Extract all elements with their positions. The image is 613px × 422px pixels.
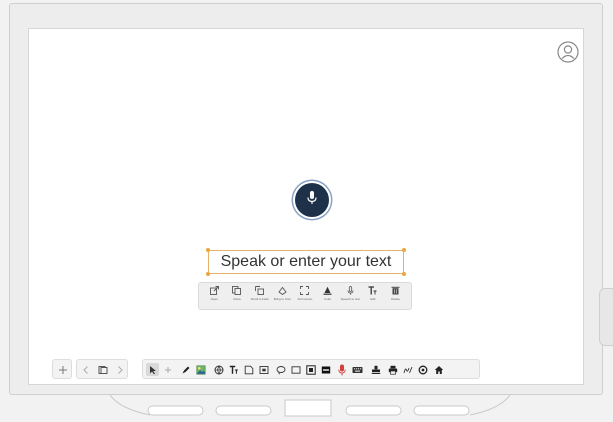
bring-front-label: Bring to front (273, 297, 291, 301)
voice-input-button[interactable] (295, 183, 329, 217)
bring-front-icon (278, 286, 287, 295)
previous-page-icon[interactable] (79, 363, 92, 376)
side-handle (599, 288, 613, 346)
delete-button[interactable]: Delete (387, 286, 404, 308)
edit-text-label: Edit (370, 297, 376, 301)
signature-icon[interactable] (401, 363, 414, 376)
open-label: Open (210, 297, 218, 301)
text-color-button[interactable]: Color (319, 286, 336, 308)
user-profile-icon[interactable] (557, 41, 579, 63)
pen-icon[interactable] (179, 363, 192, 376)
tools-group (142, 359, 480, 379)
send-back-label: Scroll to back (250, 297, 269, 301)
edit-text-icon (368, 286, 377, 295)
fullscreen-button[interactable]: Full screen (296, 286, 313, 308)
select-icon[interactable] (146, 363, 159, 376)
microphone-icon (305, 190, 319, 211)
resize-handle[interactable] (402, 248, 406, 252)
speech-to-text-icon (347, 286, 354, 295)
shape-icon[interactable] (289, 363, 302, 376)
microphone-icon[interactable] (335, 363, 348, 376)
text-icon[interactable] (227, 363, 240, 376)
clone-button[interactable]: Clone (228, 286, 245, 308)
text-input-box[interactable]: Speak or enter your text (206, 248, 406, 276)
add-page-icon[interactable] (56, 363, 69, 376)
speech-to-text-button[interactable]: Speech to text (340, 286, 360, 308)
device-base (0, 395, 613, 422)
speech-to-text-label: Speech to text (340, 297, 360, 301)
resize-handle[interactable] (206, 248, 210, 252)
clone-label: Clone (233, 297, 241, 301)
main-toolbar (52, 359, 482, 379)
bring-front-button[interactable]: Bring to front (274, 286, 291, 308)
lasso-icon[interactable] (274, 363, 287, 376)
add-page-group (52, 359, 72, 379)
print-icon[interactable] (386, 363, 399, 376)
page-navigation-group (76, 359, 128, 379)
send-back-button[interactable]: Scroll to back (250, 286, 269, 308)
home-icon[interactable] (432, 363, 445, 376)
text-color-label: Color (324, 297, 332, 301)
pages-icon[interactable] (96, 363, 109, 376)
object-context-toolbar: Open Clone Scroll to back Bring to front… (198, 282, 412, 310)
text-color-icon (323, 286, 332, 295)
keyboard-icon[interactable] (351, 363, 364, 376)
delete-label: Delete (391, 297, 400, 301)
add-icon[interactable] (161, 363, 174, 376)
text-placeholder: Speak or enter your text (220, 253, 392, 270)
note-icon[interactable] (242, 363, 255, 376)
fullscreen-icon (300, 286, 310, 295)
open-button[interactable]: Open (206, 286, 223, 308)
stamp-icon[interactable] (369, 363, 382, 376)
settings-icon[interactable] (416, 363, 429, 376)
trash-icon (391, 286, 400, 295)
image-icon[interactable] (194, 363, 207, 376)
screenshot-icon[interactable] (304, 363, 317, 376)
next-page-icon[interactable] (113, 363, 126, 376)
fullscreen-label: Full screen (297, 297, 313, 301)
fill-icon[interactable] (319, 363, 332, 376)
globe-icon[interactable] (212, 363, 225, 376)
edit-text-button[interactable]: Edit (364, 286, 381, 308)
resize-handle[interactable] (402, 272, 406, 276)
resize-handle[interactable] (206, 272, 210, 276)
media-icon[interactable] (257, 363, 270, 376)
open-external-icon (209, 286, 219, 295)
clone-icon (232, 286, 242, 295)
send-back-icon (255, 286, 265, 295)
